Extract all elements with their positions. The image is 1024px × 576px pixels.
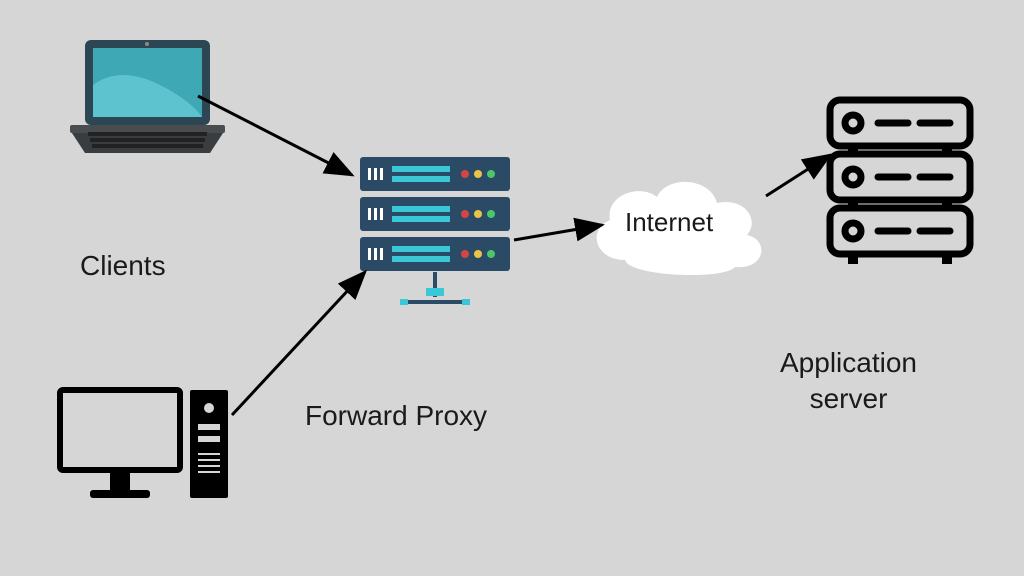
arrow-cloud-appserver — [766, 155, 830, 196]
arrow-proxy-cloud — [514, 225, 602, 240]
application-server-label: Application server — [780, 345, 917, 418]
clients-label: Clients — [80, 250, 166, 282]
arrow-desktop-proxy — [232, 272, 365, 415]
forward-proxy-label: Forward Proxy — [305, 400, 487, 432]
arrow-laptop-proxy — [198, 96, 352, 175]
arrows-layer — [0, 0, 1024, 576]
